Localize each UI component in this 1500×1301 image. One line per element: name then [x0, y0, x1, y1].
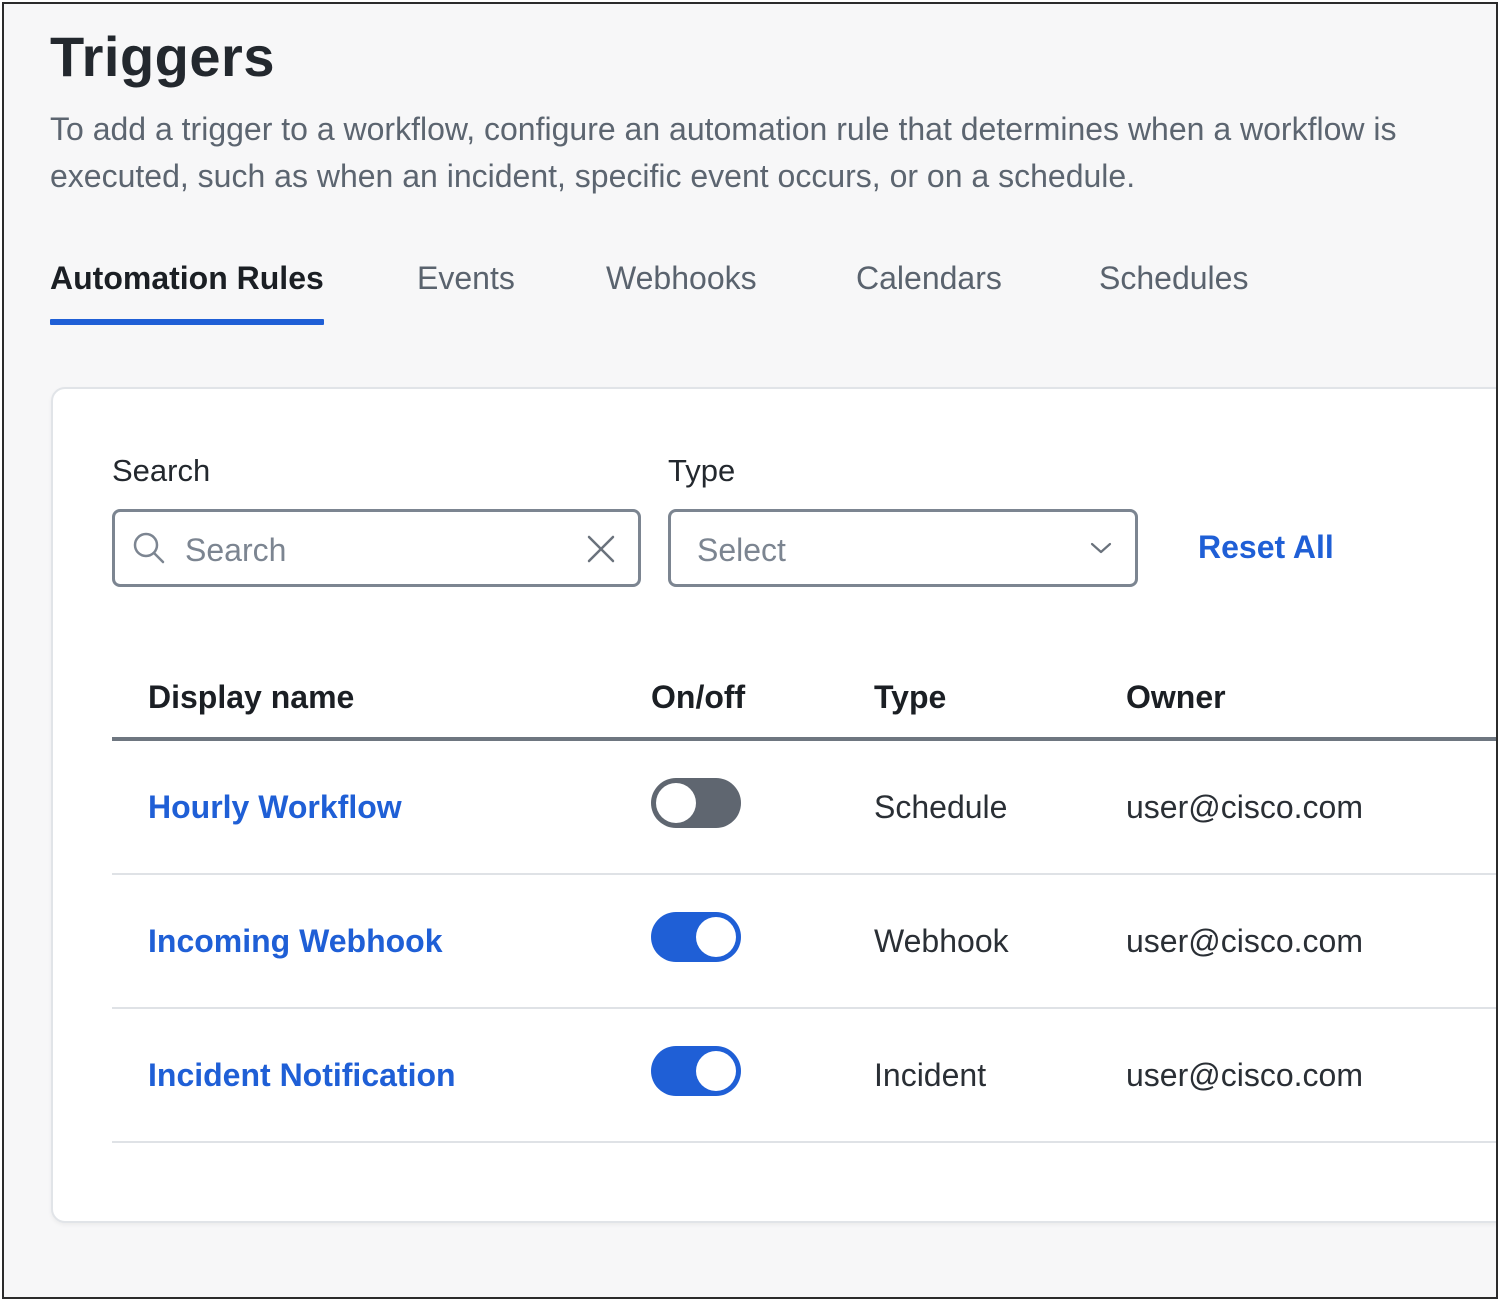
- type-select[interactable]: Select: [668, 509, 1138, 587]
- rule-name-link[interactable]: Incident Notification: [148, 1057, 456, 1094]
- toggle-knob: [696, 1051, 736, 1091]
- toggle-knob: [656, 783, 696, 823]
- column-header-type[interactable]: Type: [874, 679, 946, 716]
- column-header-on-off[interactable]: On/off: [651, 679, 745, 716]
- type-select-placeholder: Select: [697, 532, 786, 568]
- rule-name-link[interactable]: Incoming Webhook: [148, 923, 443, 960]
- search-input[interactable]: Search: [112, 509, 641, 587]
- rule-owner: user@cisco.com: [1126, 789, 1363, 825]
- toggle-knob: [696, 917, 736, 957]
- tab-schedules[interactable]: Schedules: [1099, 260, 1248, 330]
- tab-events[interactable]: Events: [417, 260, 515, 330]
- tab-automation-rules[interactable]: Automation Rules: [50, 260, 324, 330]
- table-row: Incident Notification Incident user@cisc…: [112, 1009, 1496, 1143]
- page-description: To add a trigger to a workflow, configur…: [50, 111, 1397, 194]
- close-icon[interactable]: [586, 534, 616, 569]
- tab-calendars[interactable]: Calendars: [856, 260, 1002, 330]
- table-row: Hourly Workflow Schedule user@cisco.com: [112, 741, 1496, 875]
- chevron-down-icon: [1089, 540, 1113, 561]
- rules-card: Search Search Type Select Reset All Disp…: [51, 387, 1496, 1223]
- rule-enabled-toggle[interactable]: [651, 778, 741, 828]
- app-window: Triggers To add a trigger to a workflow,…: [2, 2, 1498, 1299]
- type-label: Type: [668, 453, 736, 488]
- rule-owner: user@cisco.com: [1126, 1057, 1363, 1093]
- rule-type: Webhook: [874, 923, 1009, 959]
- reset-all-button[interactable]: Reset All: [1198, 529, 1334, 566]
- search-label: Search: [112, 453, 211, 488]
- rule-enabled-toggle[interactable]: [651, 912, 741, 962]
- search-placeholder: Search: [185, 532, 287, 568]
- page-title: Triggers: [50, 25, 275, 88]
- rule-owner: user@cisco.com: [1126, 923, 1363, 959]
- search-icon: [131, 530, 167, 571]
- rule-name-link[interactable]: Hourly Workflow: [148, 789, 402, 826]
- rule-type: Schedule: [874, 789, 1008, 825]
- rule-enabled-toggle[interactable]: [651, 1046, 741, 1096]
- rule-type: Incident: [874, 1057, 987, 1093]
- column-header-display-name[interactable]: Display name: [148, 679, 354, 716]
- row-divider: [112, 1141, 1496, 1143]
- tab-webhooks[interactable]: Webhooks: [606, 260, 757, 330]
- column-header-owner[interactable]: Owner: [1126, 679, 1226, 716]
- table-row: Incoming Webhook Webhook user@cisco.com: [112, 875, 1496, 1009]
